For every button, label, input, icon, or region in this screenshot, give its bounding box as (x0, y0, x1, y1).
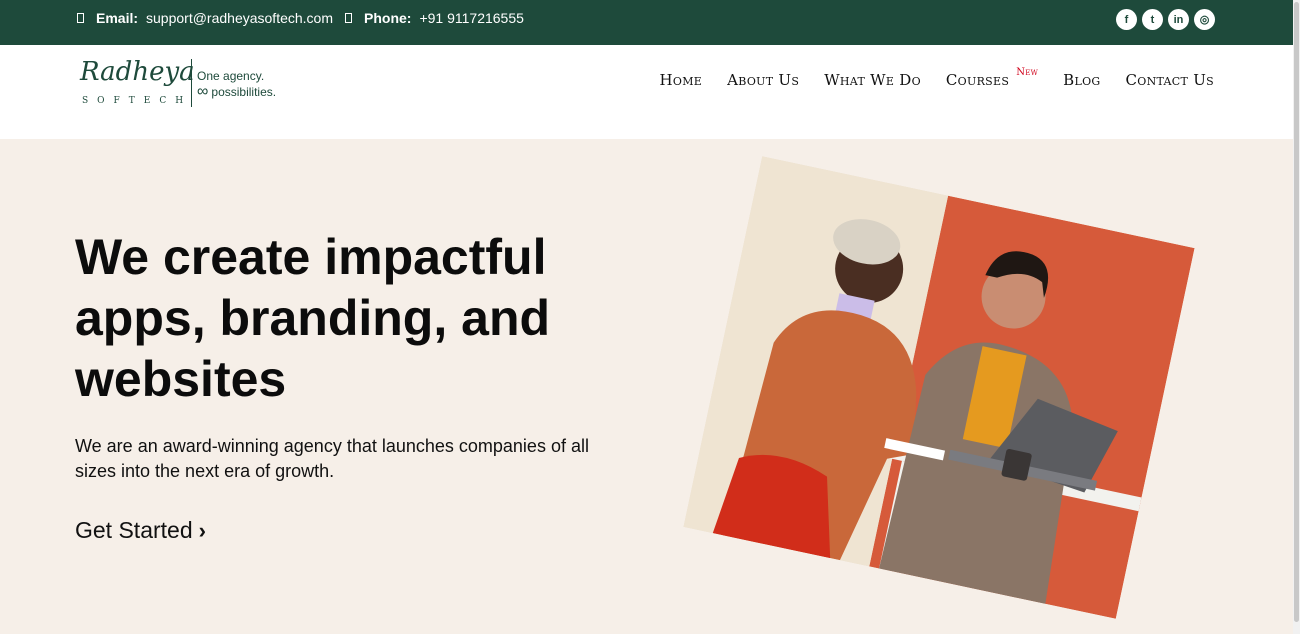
top-bar: Email: support@radheyasoftech.com Phone:… (0, 0, 1300, 45)
logo-subtext: SOFTECH (82, 96, 193, 106)
phone-value[interactable]: +91 9117216555 (419, 10, 523, 26)
nav-contact-us[interactable]: Contact Us (1126, 71, 1215, 89)
email-contact[interactable]: Email: support@radheyasoftech.com (77, 10, 333, 26)
email-label: Email: (96, 10, 139, 26)
site-header: Radheya SOFTECH One agency. ∞ possibilit… (0, 45, 1293, 139)
logo-divider (191, 59, 192, 107)
social-links: f t in ◎ (1116, 9, 1215, 30)
hero-title: We create impactful apps, branding, and … (75, 229, 551, 407)
logo-tagline-2: ∞ possibilities. (197, 83, 277, 100)
phone-contact[interactable]: Phone: +91 9117216555 (345, 10, 524, 26)
nav-home[interactable]: Home (660, 71, 703, 89)
mail-icon (77, 13, 84, 23)
facebook-icon[interactable]: f (1116, 9, 1137, 30)
email-value[interactable]: support@radheyasoftech.com (146, 10, 333, 26)
twitter-icon[interactable]: t (1142, 9, 1163, 30)
instagram-icon[interactable]: ◎ (1194, 9, 1215, 30)
nav-courses-label: Courses (945, 71, 1010, 89)
linkedin-icon[interactable]: in (1168, 9, 1189, 30)
logo-tagline-2-text: possibilities. (211, 85, 277, 99)
chevron-right-icon: › (198, 517, 206, 543)
infinity-icon: ∞ (197, 83, 209, 100)
logo-wordmark: Radheya (80, 57, 195, 87)
phone-label: Phone: (364, 10, 412, 26)
nav-courses[interactable]: Courses New (945, 67, 1038, 89)
nav-what-we-do[interactable]: What We Do (824, 71, 921, 89)
logo-tagline-1: One agency. (197, 69, 265, 83)
main-nav: Home About Us What We Do Courses New Blo… (660, 67, 1215, 89)
nav-blog[interactable]: Blog (1063, 71, 1100, 89)
new-badge: New (1016, 67, 1039, 78)
scrollbar-thumb[interactable] (1294, 2, 1299, 622)
get-started-link[interactable]: Get Started › (75, 517, 206, 544)
phone-icon (345, 13, 352, 23)
get-started-label: Get Started (75, 517, 193, 543)
page-scrollbar[interactable] (1293, 0, 1300, 634)
hero-subtitle: We are an award-winning agency that laun… (75, 436, 589, 481)
brand-logo[interactable]: Radheya SOFTECH One agency. ∞ possibilit… (80, 57, 290, 113)
nav-about-us[interactable]: About Us (727, 71, 799, 89)
